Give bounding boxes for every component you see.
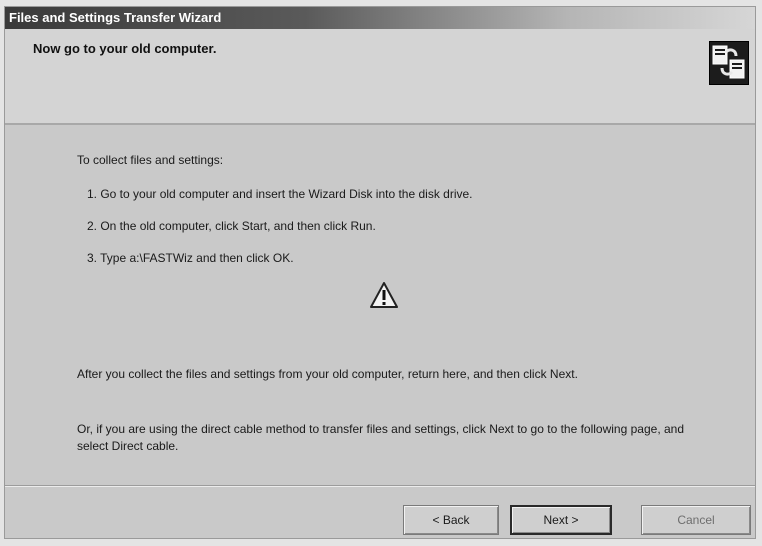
next-button[interactable]: Next > — [510, 505, 612, 535]
cancel-button[interactable]: Cancel — [641, 505, 751, 535]
page-heading: Now go to your old computer. — [33, 41, 217, 56]
wizard-header: Now go to your old computer. — [5, 29, 755, 125]
wizard-window: Files and Settings Transfer Wizard Now g… — [4, 6, 756, 539]
wizard-transfer-icon — [709, 41, 749, 85]
direct-cable-text: Or, if you are using the direct cable me… — [77, 422, 685, 453]
footer-divider — [5, 485, 755, 487]
warning-icon — [369, 281, 399, 309]
window-title: Files and Settings Transfer Wizard — [9, 10, 222, 25]
instructions-intro: To collect files and settings: — [77, 153, 224, 167]
back-button[interactable]: < Back — [403, 505, 499, 535]
after-collect-text: After you collect the files and settings… — [77, 367, 578, 381]
wizard-content: To collect files and settings: 1. Go to … — [5, 125, 755, 470]
step-2: 2. On the old computer, click Start, and… — [87, 219, 376, 233]
title-bar[interactable]: Files and Settings Transfer Wizard — [5, 7, 755, 29]
step-3: 3. Type a:\FASTWiz and then click OK. — [87, 251, 294, 265]
step-1: 1. Go to your old computer and insert th… — [87, 187, 473, 201]
